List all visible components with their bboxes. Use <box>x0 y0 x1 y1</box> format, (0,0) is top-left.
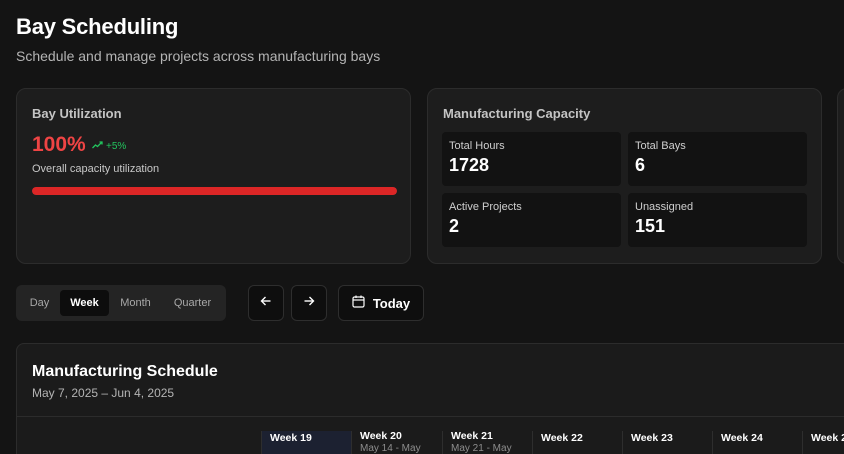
view-day-button[interactable]: Day <box>22 290 57 316</box>
stat-value: 6 <box>635 155 646 175</box>
week-dates: May 21 - May <box>451 443 512 454</box>
stat-value: 151 <box>635 216 666 236</box>
previous-period-button[interactable] <box>248 285 284 321</box>
week-column-header[interactable]: Week 19 <box>261 431 351 454</box>
schedule-title: Manufacturing Schedule <box>32 363 218 380</box>
stat-total-bays: Total Bays 6 <box>628 132 807 186</box>
week-label: Week 20 <box>360 431 402 442</box>
week-column-header[interactable]: Week 24 <box>712 431 802 454</box>
stat-total-hours: Total Hours 1728 <box>442 132 621 186</box>
stat-active-projects: Active Projects 2 <box>442 193 621 247</box>
trend-value: +5% <box>106 141 127 152</box>
week-label: Week 19 <box>270 432 312 444</box>
week-column-header[interactable]: Week 21 May 21 - May <box>442 431 532 454</box>
utilization-progress-bar <box>32 187 397 195</box>
week-dates: May 14 - May <box>360 443 421 454</box>
stat-label: Unassigned <box>635 201 694 213</box>
trending-up-icon <box>92 141 103 152</box>
week-column-header[interactable]: Week 2 <box>802 431 844 454</box>
arrow-right-icon <box>303 294 315 312</box>
next-card-partial <box>837 88 844 264</box>
stat-label: Total Bays <box>635 140 686 152</box>
week-column-header[interactable]: Week 20 May 14 - May <box>351 431 441 454</box>
schedule-divider <box>17 416 844 417</box>
manufacturing-capacity-card: Manufacturing Capacity Total Hours 1728 … <box>427 88 822 264</box>
utilization-trend: +5% <box>92 141 126 152</box>
bay-utilization-card: Bay Utilization 100% +5% Overall capacit… <box>16 88 411 264</box>
week-label: Week 24 <box>721 432 763 444</box>
utilization-caption: Overall capacity utilization <box>32 163 160 175</box>
bay-utilization-title: Bay Utilization <box>32 106 122 121</box>
view-week-button[interactable]: Week <box>60 290 109 316</box>
view-month-button[interactable]: Month <box>112 290 159 316</box>
arrow-left-icon <box>260 294 272 312</box>
stat-label: Total Hours <box>449 140 505 152</box>
calendar-icon <box>352 295 365 311</box>
week-label: Week 23 <box>631 432 673 444</box>
manufacturing-capacity-title: Manufacturing Capacity <box>443 106 591 121</box>
manufacturing-schedule-panel: Manufacturing Schedule May 7, 2025 – Jun… <box>16 343 844 454</box>
week-column-header[interactable]: Week 23 <box>622 431 712 454</box>
week-column-header[interactable]: Week 22 <box>532 431 622 454</box>
view-mode-selector: Day Week Month Quarter <box>16 285 226 321</box>
stat-value: 1728 <box>449 155 490 175</box>
week-label: Week 2 <box>811 432 844 444</box>
stat-value: 2 <box>449 216 460 236</box>
week-label: Week 22 <box>541 432 583 444</box>
week-label: Week 21 <box>451 431 493 442</box>
view-quarter-button[interactable]: Quarter <box>164 290 221 316</box>
utilization-progress-fill <box>32 187 397 195</box>
stat-label: Active Projects <box>449 201 522 213</box>
next-period-button[interactable] <box>291 285 327 321</box>
stat-unassigned: Unassigned 151 <box>628 193 807 247</box>
page-title: Bay Scheduling <box>16 14 179 39</box>
today-button[interactable]: Today <box>338 285 424 321</box>
today-label: Today <box>372 295 411 311</box>
schedule-date-range: May 7, 2025 – Jun 4, 2025 <box>32 386 175 400</box>
utilization-value: 100% <box>32 133 86 156</box>
page-subtitle: Schedule and manage projects across manu… <box>16 48 381 64</box>
